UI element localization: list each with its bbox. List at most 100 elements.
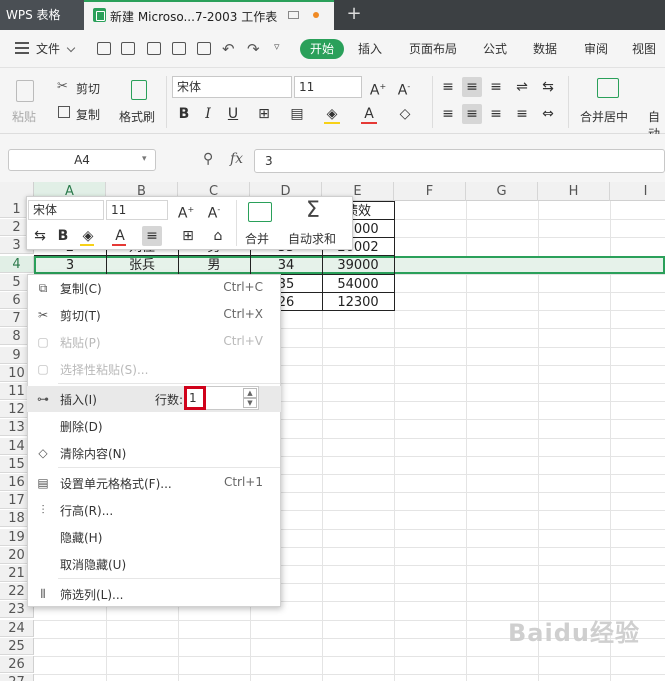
merge-center-icon [597, 78, 619, 98]
open-folder-icon[interactable] [97, 42, 111, 55]
column-header-f[interactable]: F [394, 182, 466, 201]
menu-item-label: 清除内容(N) [60, 447, 127, 461]
menu-item-row-height[interactable]: ⫶ 行高(R)... [27, 497, 281, 523]
copy-button[interactable]: 复制 [76, 106, 100, 123]
menu-item-clear[interactable]: ◇ 清除内容(N) [27, 440, 281, 466]
cell-e4[interactable]: 39000 [322, 257, 394, 274]
undo-icon[interactable]: ↶ [222, 40, 235, 58]
bold-icon[interactable]: B [174, 104, 194, 124]
mini-font-shrink-icon[interactable]: A- [204, 200, 224, 222]
save-icon[interactable] [121, 42, 135, 55]
menu-tab-insert[interactable]: 插入 [358, 41, 382, 57]
mini-format-painter-icon[interactable]: ⌂ [208, 226, 228, 246]
cell-c4[interactable]: 男 [178, 257, 250, 274]
print-preview-icon[interactable] [197, 42, 211, 55]
menu-tab-home[interactable]: 开始 [300, 39, 344, 59]
menu-item-paste[interactable]: ▢ 粘贴(P) Ctrl+V [27, 329, 281, 355]
menu-item-label: 设置单元格格式(F)... [60, 477, 172, 491]
borders-icon[interactable]: ⊞ [254, 104, 274, 124]
font-grow-icon[interactable]: A+ [368, 77, 388, 99]
menu-tab-page-layout[interactable]: 页面布局 [409, 41, 457, 57]
row-header-4[interactable]: 4 [0, 256, 34, 273]
underline-icon[interactable]: U [223, 104, 243, 124]
cell-e6[interactable]: 12300 [322, 294, 394, 311]
cut-button[interactable]: 剪切 [76, 80, 100, 97]
menu-tab-review[interactable]: 审阅 [584, 41, 608, 57]
row-header-27[interactable]: 27 [0, 674, 34, 681]
cell-style-icon[interactable]: ▤ [287, 104, 307, 124]
hamburger-menu-icon[interactable] [15, 42, 29, 54]
monitor-icon[interactable] [288, 11, 299, 19]
merge-center-button[interactable]: 合并居中 [580, 108, 628, 125]
italic-icon[interactable]: I [198, 104, 218, 124]
pdf-export-icon[interactable] [147, 42, 161, 55]
distributed-icon[interactable]: ⇔ [538, 104, 558, 124]
mini-bold-icon[interactable]: B [53, 226, 73, 246]
mini-font-size-select[interactable]: 11 [106, 200, 168, 220]
app-tab[interactable]: WPS 表格 [0, 0, 84, 30]
align-top-icon[interactable]: ≡ [438, 77, 458, 97]
rows-count-input[interactable]: 1 [184, 386, 206, 410]
align-right-icon[interactable]: ≡ [486, 104, 506, 124]
menu-item-unhide[interactable]: 取消隐藏(U) [27, 551, 281, 577]
column-header-h[interactable]: H [538, 182, 610, 201]
menu-item-filter-column[interactable]: ⫴ 筛选列(L)... [27, 581, 281, 607]
format-painter-button[interactable]: 格式刷 [119, 108, 155, 125]
fill-color-icon[interactable]: ◈ [322, 104, 342, 124]
new-tab-plus-icon[interactable]: + [344, 4, 364, 24]
mini-align-center-icon[interactable]: ≡ [142, 226, 162, 246]
menu-item-copy[interactable]: ⧉ 复制(C) Ctrl+C [27, 275, 281, 301]
formula-input[interactable]: 3 [254, 149, 665, 173]
paste-icon[interactable] [16, 80, 34, 102]
cell-e5[interactable]: 54000 [322, 276, 394, 293]
mini-autosum-button[interactable]: 自动求和 [288, 230, 336, 247]
menu-file[interactable]: 文件 [36, 41, 60, 57]
wrap-text-icon[interactable]: ⇌ [512, 77, 532, 97]
column-header-g[interactable]: G [466, 182, 538, 201]
name-box[interactable]: A4 [8, 149, 156, 171]
align-bottom-icon[interactable]: ≡ [486, 77, 506, 97]
font-color-icon[interactable]: A [359, 104, 379, 124]
paste-button[interactable]: 粘贴 [12, 108, 36, 125]
menu-item-format-cells[interactable]: ▤ 设置单元格格式(F)... Ctrl+1 [27, 470, 281, 496]
mini-wrap-icon[interactable]: ⇆ [30, 226, 50, 246]
mini-borders-icon[interactable]: ⊞ [178, 226, 198, 246]
fx-function-icon[interactable]: fx [230, 151, 243, 167]
row-header-24[interactable]: 24 [0, 620, 34, 637]
orientation-icon[interactable]: ⇆ [538, 77, 558, 97]
menu-item-paste-special[interactable]: ▢ 选择性粘贴(S)... [27, 356, 281, 382]
zoom-search-icon[interactable]: ⚲ [203, 151, 213, 167]
redo-icon[interactable]: ↷ [247, 40, 260, 58]
clear-eraser-icon[interactable]: ◇ [395, 104, 415, 124]
align-left-icon[interactable]: ≡ [438, 104, 458, 124]
row-header-25[interactable]: 25 [0, 638, 34, 655]
spinner-up-icon[interactable]: ▲ [243, 388, 257, 398]
align-center-icon[interactable]: ≡ [462, 104, 482, 124]
font-size-select[interactable]: 11 [294, 76, 362, 98]
cell-d4[interactable]: 34 [250, 257, 322, 274]
font-shrink-icon[interactable]: A- [394, 77, 414, 99]
name-box-dropdown-icon[interactable]: ▾ [142, 154, 147, 164]
menu-item-cut[interactable]: ✂ 剪切(T) Ctrl+X [27, 302, 281, 328]
align-middle-icon[interactable]: ≡ [462, 77, 482, 97]
print-icon[interactable] [172, 42, 186, 55]
justify-icon[interactable]: ≡ [512, 104, 532, 124]
menu-item-delete[interactable]: 删除(D) [27, 413, 281, 439]
cell-b4[interactable]: 张兵 [106, 257, 178, 274]
quick-access-more-icon[interactable]: ▿ [274, 40, 280, 53]
menu-tab-view[interactable]: 视图 [632, 41, 656, 57]
mini-merge-button[interactable]: 合并 [245, 230, 269, 247]
menu-tab-formulas[interactable]: 公式 [483, 41, 507, 57]
spinner-down-icon[interactable]: ▼ [243, 398, 257, 408]
column-header-i[interactable]: I [610, 182, 665, 201]
menu-item-hide[interactable]: 隐藏(H) [27, 524, 281, 550]
mini-font-name-select[interactable]: 宋体 [28, 200, 104, 220]
menu-tab-data[interactable]: 数据 [533, 41, 557, 57]
mini-font-color-icon[interactable]: A [110, 226, 130, 246]
font-name-select[interactable]: 宋体 [172, 76, 292, 98]
cell-a4[interactable]: 3 [34, 257, 106, 274]
mini-font-grow-icon[interactable]: A+ [176, 200, 196, 222]
mini-fill-color-icon[interactable]: ◈ [78, 226, 98, 246]
insert-rows-icon: ⊶ [37, 392, 49, 406]
row-header-26[interactable]: 26 [0, 656, 34, 673]
